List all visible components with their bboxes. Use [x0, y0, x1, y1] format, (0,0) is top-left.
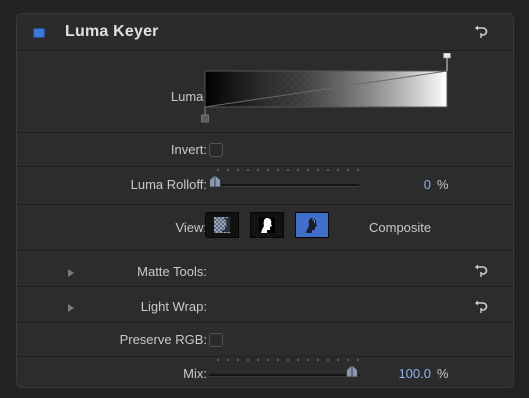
divider [17, 204, 513, 205]
slider-ticks [213, 359, 359, 361]
mix-value[interactable]: 100.0 [371, 366, 431, 381]
light-wrap-disclosure-icon[interactable] [68, 304, 74, 312]
light-wrap-label: Light Wrap: [140, 299, 207, 314]
mix-slider[interactable] [209, 374, 359, 377]
luma-keyer-panel: Luma Keyer Luma: Invert: Luma Rolloff: 0… [16, 13, 514, 388]
view-label: View: [175, 220, 207, 235]
matte-tools-disclosure-icon[interactable] [68, 269, 74, 277]
luma-curve-editor[interactable] [201, 53, 451, 125]
view-matte-button[interactable] [205, 212, 239, 238]
panel-title: Luma Keyer [65, 23, 159, 40]
luma-rolloff-value[interactable]: 0 [387, 177, 431, 192]
mix-label: Mix: [183, 366, 207, 381]
mix-thumb[interactable] [345, 364, 359, 378]
luma-rolloff-unit: % [437, 177, 449, 192]
luma-rolloff-slider[interactable] [209, 184, 359, 187]
view-segmented-control[interactable] [205, 212, 345, 238]
invert-label: Invert: [170, 142, 207, 157]
enable-checkbox[interactable] [33, 28, 45, 38]
invert-checkbox[interactable] [209, 143, 223, 157]
luma-rolloff-label: Luma Rolloff: [130, 177, 207, 192]
matte-checker-icon [214, 217, 230, 233]
preserve-rgb-checkbox[interactable] [209, 333, 223, 347]
divider [17, 322, 513, 323]
slider-ticks [213, 169, 359, 171]
view-silhouette-button[interactable] [250, 212, 284, 238]
black-point-handle[interactable] [201, 107, 209, 123]
matte-tools-label: Matte Tools: [137, 264, 207, 279]
light-wrap-reset-icon[interactable] [474, 300, 488, 314]
preserve-rgb-label: Preserve RGB: [119, 332, 207, 347]
divider [17, 286, 513, 287]
divider [17, 250, 513, 251]
mix-unit: % [437, 366, 449, 381]
divider [17, 166, 513, 167]
view-selected-label: Composite [369, 220, 432, 235]
silhouette-matte-icon [259, 217, 275, 233]
panel-header: Luma Keyer [17, 14, 513, 51]
matte-tools-reset-icon[interactable] [474, 264, 488, 278]
composite-icon [304, 217, 320, 233]
white-point-handle[interactable] [443, 53, 451, 71]
luma-rolloff-thumb[interactable] [208, 174, 222, 188]
reset-icon[interactable] [474, 25, 488, 39]
divider [17, 132, 513, 133]
divider [17, 356, 513, 357]
view-composite-button[interactable] [295, 212, 329, 238]
